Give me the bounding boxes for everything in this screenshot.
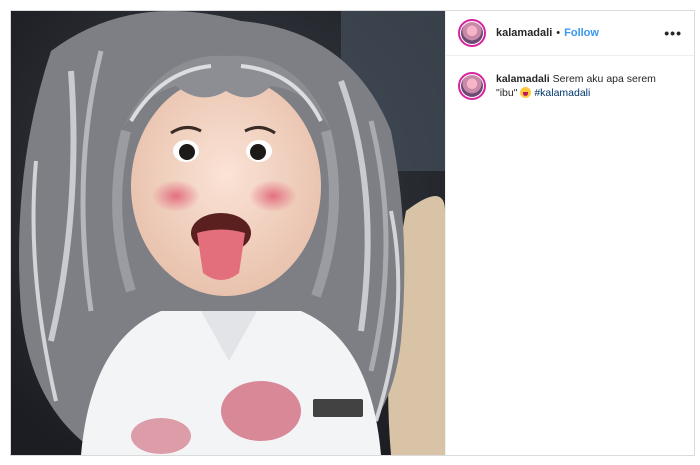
caption-text: kalamadali Serem aku apa serem "ibu" #ka… [496,72,676,100]
caption-username[interactable]: kalamadali [496,73,550,85]
avatar[interactable] [458,19,486,47]
caption-line-1: Serem aku apa serem [552,73,656,85]
separator-dot: • [556,27,561,39]
post-header: kalamadali • Follow ••• [446,11,694,56]
caption-avatar-image [461,75,483,97]
follow-button[interactable]: Follow [564,27,599,39]
caption-line-2: "ibu" [496,87,518,99]
instagram-post: kalamadali • Follow ••• kalamadali Serem… [10,10,695,456]
caption-avatar[interactable] [458,72,486,100]
post-caption: kalamadali Serem aku apa serem "ibu" #ka… [446,56,694,100]
post-photo[interactable] [11,11,445,455]
face-with-tongue-icon [520,87,532,98]
caption-hashtag[interactable]: #kalamadali [534,87,590,99]
avatar-image [461,22,483,44]
more-options-icon[interactable]: ••• [664,25,682,41]
post-side-panel: kalamadali • Follow ••• kalamadali Serem… [445,11,694,455]
child-costume-photo [11,11,445,455]
header-username[interactable]: kalamadali [496,27,552,39]
